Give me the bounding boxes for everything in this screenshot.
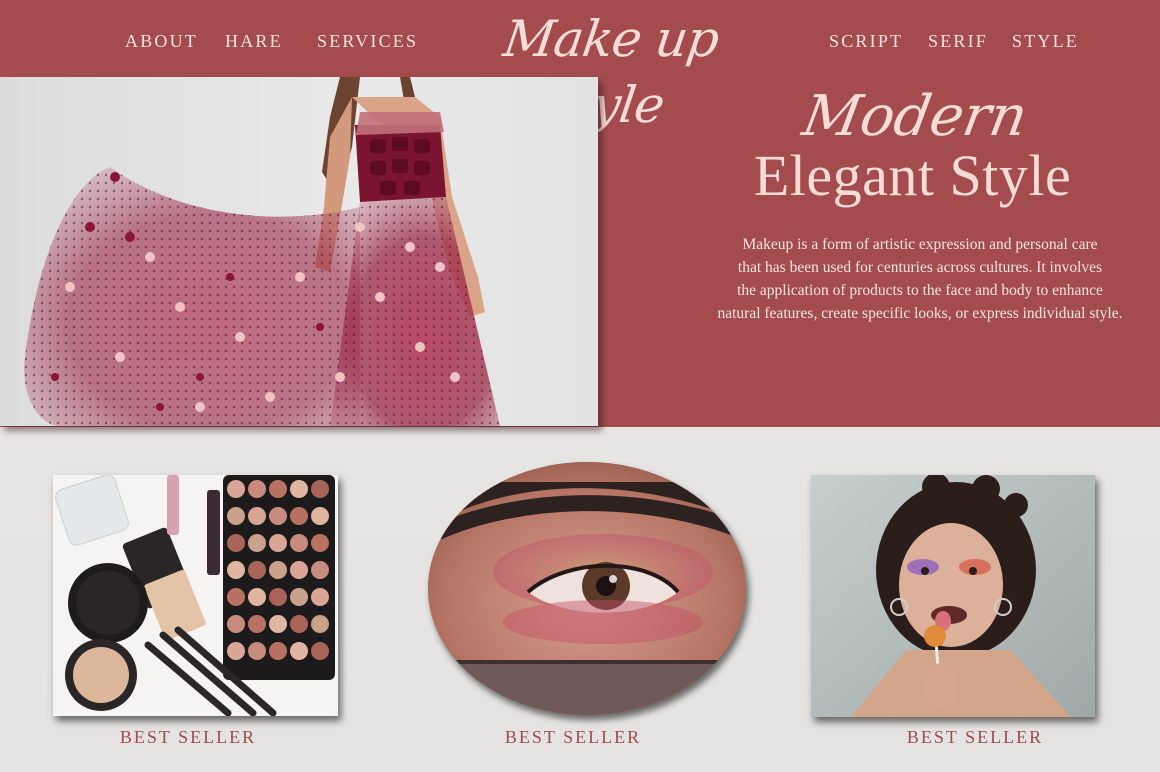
makeup-flatlay-illustration [53,475,338,716]
description-line: that has been used for centuries across … [737,259,1103,276]
headline-title: Elegant Style [753,143,1072,208]
palette-pan [290,588,308,606]
palette-pan [227,642,245,660]
portrait-illustration [811,475,1095,717]
description-line: the application of products to the face … [737,282,1103,299]
eye-closeup-illustration [428,462,746,715]
hero-gown-photo [0,77,598,426]
palette-pan [227,588,245,606]
palette-pan [248,615,266,633]
nav-services-link[interactable]: SERVICES [317,31,418,52]
palette-pan [290,642,308,660]
palette-pan [248,588,266,606]
palette-pan [227,480,245,498]
palette-pan [269,480,287,498]
palette-pan [311,507,329,525]
headline-script: Modern [797,84,1033,149]
product-caption: BEST SELLER [504,727,642,747]
palette-pan [290,615,308,633]
product-caption: BEST SELLER [119,727,257,747]
palette-pan [227,534,245,552]
palette-pan [269,615,287,633]
product-caption: BEST SELLER [906,727,1044,747]
palette-pan [227,561,245,579]
palette-pan [311,642,329,660]
palette-pan [227,615,245,633]
palette-pan [269,642,287,660]
palette-pan [269,534,287,552]
palette-pan [290,561,308,579]
product-photo-makeup-flatlay[interactable] [53,475,338,716]
description-line: natural features, create specific looks,… [717,305,1123,322]
nav-style-link[interactable]: STYLE [1012,31,1079,52]
hero-description: Makeup is a form of artistic expression … [690,233,1150,325]
gown-illustration [24,77,501,426]
product-photo-eye-closeup[interactable] [428,462,746,715]
palette-pan [248,561,266,579]
palette-pan [269,507,287,525]
palette-pan [290,534,308,552]
palette-pan [227,507,245,525]
nav-hare-link[interactable]: HARE [225,31,283,52]
palette-pan [269,561,287,579]
brand-logo[interactable]: Make up Style [441,6,780,134]
palette-pan [311,534,329,552]
palette-pan [269,588,287,606]
palette-pan [248,480,266,498]
palette-pan [311,480,329,498]
palette-pan [290,507,308,525]
palette-pan [248,642,266,660]
palette-pan [311,588,329,606]
palette-pan [290,480,308,498]
product-photo-portrait[interactable] [811,475,1095,717]
description-line: Makeup is a form of artistic expression … [742,236,1098,253]
nav-serif-link[interactable]: SERIF [928,31,988,52]
palette-pan [311,561,329,579]
palette-pan [311,615,329,633]
nav-about-link[interactable]: ABOUT [125,31,198,52]
palette-pan [248,534,266,552]
nav-script-link[interactable]: SCRIPT [829,31,903,52]
palette-pan [248,507,266,525]
